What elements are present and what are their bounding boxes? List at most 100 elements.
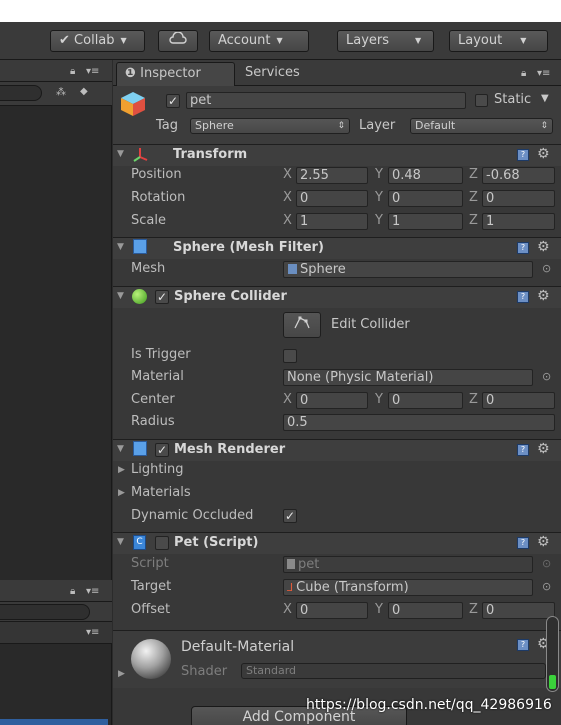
mesh-filter-body: Mesh Sphere ⊙ (113, 260, 561, 284)
position-x-field[interactable]: 2.55 (296, 167, 368, 184)
help-book-icon[interactable]: ? (517, 149, 529, 161)
cloud-button[interactable] (158, 30, 198, 52)
material-label: Material (131, 369, 184, 384)
offset-x-field[interactable]: 0 (296, 602, 368, 619)
mesh-filter-header[interactable]: ▼ Sphere (Mesh Filter) ? ⚙ (113, 237, 561, 259)
search-input[interactable] (0, 85, 42, 101)
sphere-collider-header[interactable]: ▼ ✓ Sphere Collider ? ⚙ (113, 286, 561, 308)
object-header: ✓ pet Static ▼ Tag Sphere ⇕ Layer Default… (113, 86, 561, 148)
menu-icon[interactable]: ▾≡ (86, 627, 99, 638)
dynamic-occluded-checkbox[interactable]: ✓ (283, 509, 297, 523)
active-checkbox[interactable]: ✓ (166, 94, 180, 108)
gear-icon[interactable]: ⚙ (537, 441, 550, 457)
inspector-scrollbar[interactable] (546, 616, 559, 692)
axis-z-label: Z (469, 167, 478, 182)
filter-icon[interactable]: ⁂ (56, 87, 66, 98)
lighting-foldout[interactable]: Lighting (131, 462, 184, 477)
tag-icon[interactable]: ◆ (80, 86, 88, 97)
offset-z-field[interactable]: 0 (482, 602, 555, 619)
radius-field[interactable]: 0.5 (283, 414, 555, 431)
fold-arrow-icon[interactable]: ▼ (117, 149, 124, 159)
check-circle-icon: ✔ (59, 33, 70, 48)
expand-arrow-icon[interactable]: ▶ (118, 669, 125, 679)
tab-services[interactable]: Services (237, 62, 308, 86)
position-z-field[interactable]: -0.68 (482, 167, 555, 184)
mesh-object-field[interactable]: Sphere (283, 261, 533, 278)
offset-y-field[interactable]: 0 (388, 602, 463, 619)
gameobject-cube-icon (121, 92, 145, 116)
scale-y-field[interactable]: 1 (388, 213, 463, 230)
script-enabled-checkbox[interactable] (155, 536, 169, 550)
radius-label: Radius (131, 414, 175, 429)
mesh-grid-icon (133, 239, 147, 254)
scrollbar-thumb[interactable] (549, 675, 556, 689)
physic-material-field[interactable]: None (Physic Material) (283, 369, 533, 386)
fold-arrow-icon[interactable]: ▼ (117, 242, 124, 252)
scale-z-field[interactable]: 1 (482, 213, 555, 230)
lock-icon[interactable]: 🔒︎ (70, 586, 75, 597)
object-picker-icon[interactable]: ⊙ (542, 370, 551, 383)
object-picker-icon: ⊙ (542, 557, 552, 570)
rotation-z-field[interactable]: 0 (482, 190, 555, 207)
center-x-field[interactable]: 0 (296, 392, 368, 409)
static-checkbox[interactable] (475, 94, 488, 107)
scale-x-field[interactable]: 1 (296, 213, 368, 230)
gear-icon[interactable]: ⚙ (537, 146, 550, 162)
menu-icon[interactable]: ▾≡ (537, 68, 550, 79)
layout-dropdown[interactable]: Layout ▼ (449, 30, 548, 52)
rotation-x-field[interactable]: 0 (296, 190, 368, 207)
renderer-enabled-checkbox[interactable]: ✓ (155, 443, 169, 457)
lock-icon[interactable]: 🔒︎ (521, 68, 526, 79)
shader-select[interactable]: Standard (241, 663, 546, 679)
chevron-down-icon: ▼ (276, 36, 283, 45)
rotation-y-field[interactable]: 0 (388, 190, 463, 207)
menu-icon[interactable]: ▾≡ (86, 586, 99, 597)
collab-button[interactable]: ✔ Collab ▼ (50, 30, 145, 52)
axis-x-label: X (283, 190, 292, 205)
fold-arrow-icon[interactable]: ▼ (117, 444, 124, 454)
dynamic-occluded-label: Dynamic Occluded (131, 508, 254, 523)
updown-icon: ⇕ (540, 121, 548, 131)
pet-script-header[interactable]: ▼ C Pet (Script) ? ⚙ (113, 532, 561, 554)
is-trigger-checkbox[interactable] (283, 349, 297, 363)
gear-icon[interactable]: ⚙ (537, 288, 550, 304)
tag-select[interactable]: Sphere ⇕ (190, 118, 350, 134)
help-book-icon[interactable]: ? (517, 639, 529, 651)
expand-arrow-icon[interactable]: ▶ (118, 488, 125, 498)
edit-collider-button[interactable] (283, 312, 321, 338)
center-y-field[interactable]: 0 (388, 392, 463, 409)
object-name-field[interactable]: pet (186, 92, 466, 109)
lock-icon[interactable]: 🔒︎ (70, 66, 75, 77)
csharp-script-icon: C (133, 535, 146, 550)
object-picker-icon[interactable]: ⊙ (542, 580, 551, 593)
collider-enabled-checkbox[interactable]: ✓ (155, 290, 169, 304)
expand-arrow-icon[interactable]: ▶ (118, 465, 125, 475)
help-book-icon[interactable]: ? (517, 444, 529, 456)
mesh-renderer-header[interactable]: ▼ ✓ Mesh Renderer ? ⚙ (113, 439, 561, 461)
search-input[interactable] (0, 604, 90, 620)
materials-foldout[interactable]: Materials (131, 485, 191, 500)
gear-icon[interactable]: ⚙ (537, 534, 550, 550)
help-book-icon[interactable]: ? (517, 537, 529, 549)
fold-arrow-icon[interactable]: ▼ (117, 537, 124, 547)
mesh-filter-title: Sphere (Mesh Filter) (173, 240, 324, 255)
gear-icon[interactable]: ⚙ (537, 239, 550, 255)
project-header: 🔒︎ ▾≡ (0, 580, 112, 602)
target-object-field[interactable]: ⅃ Cube (Transform) (283, 579, 533, 596)
chevron-down-icon[interactable]: ▼ (541, 93, 549, 104)
layers-dropdown[interactable]: Layers ▼ (337, 30, 434, 52)
tab-inspector[interactable]: ❶ Inspector (116, 62, 235, 86)
script-file-icon (287, 559, 295, 569)
layer-select[interactable]: Default ⇕ (410, 118, 553, 134)
position-y-field[interactable]: 0.48 (388, 167, 463, 184)
center-z-field[interactable]: 0 (482, 392, 555, 409)
axis-y-label: Y (375, 213, 383, 228)
help-book-icon[interactable]: ? (517, 242, 529, 254)
fold-arrow-icon[interactable]: ▼ (117, 291, 124, 301)
menu-icon[interactable]: ▾≡ (86, 66, 99, 77)
mesh-small-icon (288, 264, 297, 274)
account-dropdown[interactable]: Account ▼ (209, 30, 309, 52)
help-book-icon[interactable]: ? (517, 291, 529, 303)
transform-header[interactable]: ▼ Transform ? ⚙ (113, 144, 561, 166)
object-picker-icon[interactable]: ⊙ (542, 262, 551, 275)
